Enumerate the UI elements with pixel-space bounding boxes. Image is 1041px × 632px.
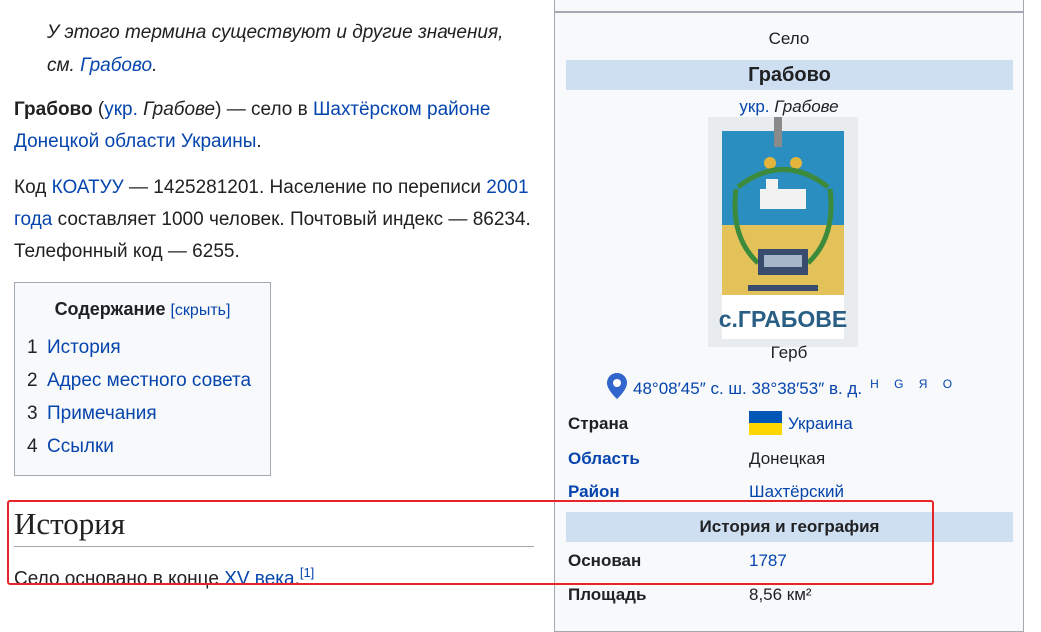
infobox-top-edge xyxy=(554,0,1024,12)
article-subject: Грабово xyxy=(14,99,93,120)
infobox: Село Грабово укр. Грабове с.ГРАБОВЕ Герб… xyxy=(554,12,1024,632)
toc-item: 1 История xyxy=(27,337,121,358)
oblast-key-link[interactable]: Область xyxy=(568,446,640,472)
toc-link-links[interactable]: Ссылки xyxy=(47,436,114,457)
toc-header: Содержание [скрыть] xyxy=(27,295,258,325)
coordinates-link[interactable]: 48°08′45″ с. ш. 38°38′53″ в. д. xyxy=(633,379,862,398)
reference-link[interactable]: [1] xyxy=(300,565,314,580)
article-body: У этого термина существуют и другие знач… xyxy=(14,0,534,595)
coat-caption: Герб xyxy=(770,343,808,362)
country-link[interactable]: Украины xyxy=(181,131,256,152)
infobox-title: Грабово xyxy=(566,60,1013,90)
century-link[interactable]: XV века xyxy=(224,568,294,589)
stats-paragraph: Код КОАТУУ — 1425281201. Население по пе… xyxy=(14,177,531,262)
map-service-links[interactable]: H G Я O xyxy=(870,377,958,391)
toc-list: 1 История 2 Адрес местного совета 3 Примеча… xyxy=(27,331,258,463)
infobox-native-name: укр. Грабове xyxy=(739,97,839,116)
toc-link-council-address[interactable]: Адрес местного совета xyxy=(47,370,251,391)
toc-item: 4 Ссылки xyxy=(27,436,114,457)
coat-lettering: с.ГРАБОВЕ xyxy=(719,306,848,332)
coordinates: 48°08′45″ с. ш. 38°38′53″ в. д. H G Я O xyxy=(607,373,958,404)
district-value-link[interactable]: Шахтёрский xyxy=(749,479,844,505)
oblast-link[interactable]: Донецкой области xyxy=(14,131,176,152)
toc-hide-toggle[interactable]: [скрыть] xyxy=(170,302,230,319)
hatnote-link[interactable]: Грабово xyxy=(80,55,152,76)
country-value-link[interactable]: Украина xyxy=(788,414,853,433)
section-heading-history: История xyxy=(14,504,534,547)
intro-paragraph: Грабово (укр. Грабове) — село в Шахтёрск… xyxy=(14,99,491,152)
founded-year-link[interactable]: 1787 xyxy=(749,548,787,574)
history-paragraph: Село основано в конце XV века.[1] xyxy=(14,565,315,590)
toc-item: 2 Адрес местного совета xyxy=(27,370,252,391)
infobox-row-founded: Основан 1787 xyxy=(568,548,1013,574)
ukraine-flag-icon[interactable] xyxy=(749,411,782,435)
area-value: 8,56 км² xyxy=(749,585,812,604)
map-pin-icon[interactable] xyxy=(607,373,627,404)
toc-title: Содержание xyxy=(54,299,166,319)
toc-link-notes[interactable]: Примечания xyxy=(47,403,157,424)
infobox-section-history-geography: История и география xyxy=(566,512,1013,542)
koatuu-link[interactable]: КОАТУУ xyxy=(52,177,124,198)
infobox-row-area: Площадь 8,56 км² xyxy=(568,582,1013,608)
oblast-value: Донецкая xyxy=(749,449,826,468)
table-of-contents: Содержание [скрыть] 1 История 2 Адрес мест… xyxy=(14,282,271,476)
infobox-type: Село xyxy=(768,29,810,48)
ukr-language-link[interactable]: укр. xyxy=(104,99,138,120)
infobox-row-district: Район Шахтёрский xyxy=(568,479,1013,505)
ukr-name: Грабове xyxy=(143,99,216,120)
district-key-link[interactable]: Район xyxy=(568,479,620,505)
infobox-row-oblast: Область Донецкая xyxy=(568,446,1013,472)
infobox-ukr-link[interactable]: укр. xyxy=(739,97,769,116)
district-link[interactable]: Шахтёрском районе xyxy=(313,99,490,120)
toc-link-history[interactable]: История xyxy=(47,337,121,358)
hatnote: У этого термина существуют и другие знач… xyxy=(47,22,504,76)
infobox-row-country: Страна Украина xyxy=(568,411,1013,437)
coat-of-arms-image[interactable]: с.ГРАБОВЕ xyxy=(708,117,858,347)
toc-item: 3 Примечания xyxy=(27,403,157,424)
